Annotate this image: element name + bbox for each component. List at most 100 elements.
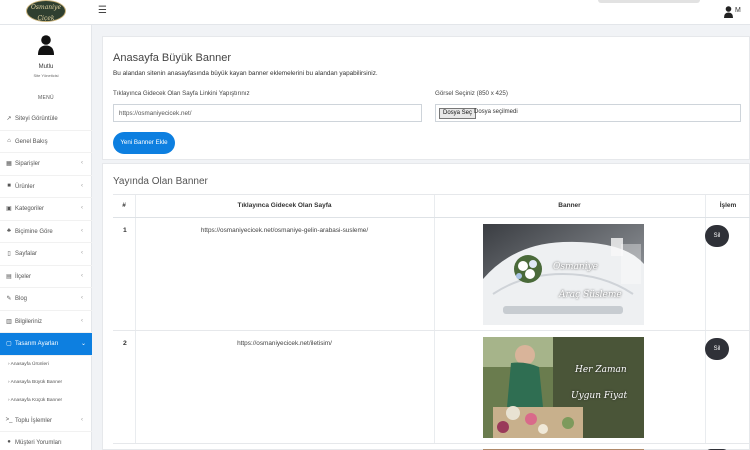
link-input[interactable]: https://osmaniyecicek.net/ bbox=[113, 104, 422, 122]
page-icon: ▯ bbox=[7, 251, 11, 257]
chevron-left-icon: ‹ bbox=[81, 160, 83, 166]
sidebar-item-label: Toplu İşlemler bbox=[15, 417, 53, 424]
sidebar-subitem-label: › Anasayfa Ürünleri bbox=[8, 361, 49, 367]
menu-toggle-icon[interactable]: ☰ bbox=[98, 5, 107, 16]
sidebar-subitem-home-small-banner[interactable]: › Anasayfa Küçük Banner bbox=[0, 392, 92, 410]
chevron-left-icon: ‹ bbox=[81, 205, 83, 211]
image-label: Görsel Seçiniz (850 x 425) bbox=[435, 90, 508, 97]
column-header-banner: Banner bbox=[558, 202, 581, 209]
orders-icon: ▦ bbox=[6, 161, 12, 167]
categories-icon: ▣ bbox=[6, 206, 12, 212]
comments-icon: ● bbox=[7, 439, 11, 445]
terminal-icon: >_ bbox=[5, 416, 13, 423]
banner-florist-illustration bbox=[483, 337, 644, 438]
profile: Mutlu Site Yöneticisi bbox=[0, 25, 91, 89]
banner-list-card: Yayında Olan Banner # Tıklayınca Gidecek… bbox=[102, 163, 750, 450]
top-user-name[interactable]: M bbox=[735, 7, 741, 14]
sidebar-item-info[interactable]: ▥ Bilgileriniz ‹ bbox=[0, 311, 92, 333]
sidebar-subitem-home-big-banner[interactable]: › Anasayfa Büyük Banner bbox=[0, 374, 92, 392]
delete-button[interactable]: Sil bbox=[705, 225, 729, 247]
sidebar-item-bulk-operations[interactable]: >_ Toplu İşlemler ‹ bbox=[0, 410, 92, 432]
top-bar: Osmaniye Çiçek ☰ M bbox=[0, 0, 750, 25]
sidebar-item-label: Bilgileriniz bbox=[15, 318, 43, 325]
banner-form-card: Anasayfa Büyük Banner Bu alandan sitenin… bbox=[102, 36, 750, 160]
sidebar-item-label: İlçeler bbox=[15, 273, 32, 280]
brand-logo[interactable]: Osmaniye Çiçek bbox=[26, 0, 66, 22]
sidebar-item-customer-reviews[interactable]: ● Müşteri Yorumları bbox=[0, 432, 92, 450]
list-title: Yayında Olan Banner bbox=[113, 176, 208, 187]
box-icon: ■ bbox=[7, 182, 11, 189]
sidebar-item-design-settings[interactable]: ▢ Tasarım Ayarları ⌄ bbox=[0, 333, 92, 356]
delete-button[interactable]: Sil bbox=[705, 338, 729, 360]
sidebar-subitem-label: › Anasayfa Küçük Banner bbox=[8, 397, 63, 403]
chevron-left-icon: ‹ bbox=[81, 250, 83, 256]
column-header-number: # bbox=[122, 202, 126, 209]
profile-role: Site Yöneticisi bbox=[33, 73, 59, 78]
banner-text-1: Osmaniye bbox=[553, 262, 598, 272]
sidebar-item-view-site[interactable]: ↗ Siteyi Görüntüle bbox=[0, 108, 92, 131]
row-number: 1 bbox=[123, 227, 127, 234]
avatar-icon bbox=[38, 35, 54, 55]
shape-icon: ♣ bbox=[7, 227, 11, 234]
sidebar-item-label: Biçimine Göre bbox=[15, 228, 53, 235]
info-icon: ▥ bbox=[6, 318, 12, 325]
sidebar-item-orders[interactable]: ▦ Siparişler ‹ bbox=[0, 153, 92, 176]
page-description: Bu alandan sitenin anasayfasında büyük k… bbox=[113, 70, 378, 77]
column-header-action: İşlem bbox=[719, 202, 737, 209]
sidebar-item-label: Müşteri Yorumları bbox=[15, 440, 62, 446]
sidebar-item-label: Siparişler bbox=[15, 161, 41, 167]
banner-text-1: Her Zaman bbox=[575, 365, 627, 375]
sidebar-item-label: Siteyi Görüntüle bbox=[15, 116, 58, 122]
menu-heading: MENÜ bbox=[38, 95, 54, 101]
sidebar-item-label: Sayfalar bbox=[15, 251, 38, 257]
chevron-left-icon: ‹ bbox=[81, 295, 83, 301]
chevron-left-icon: ‹ bbox=[81, 317, 83, 324]
sidebar: Mutlu Site Yöneticisi MENÜ ↗ Siteyi Görün… bbox=[0, 25, 92, 450]
sidebar-item-label: Kategoriler bbox=[15, 206, 45, 212]
sidebar-item-products[interactable]: ■ Ürünler ‹ bbox=[0, 176, 92, 198]
sidebar-subitem-label: › Anasayfa Büyük Banner bbox=[8, 379, 63, 385]
logo-text-2: Çiçek bbox=[37, 15, 55, 22]
column-header-link: Tıklayınca Gidecek Olan Sayfa bbox=[237, 202, 332, 209]
banner-image-car: Osmaniye Araç Süsleme bbox=[483, 224, 644, 325]
page-title: Anasayfa Büyük Banner bbox=[113, 52, 232, 64]
external-link-icon: ↗ bbox=[6, 116, 12, 122]
chevron-left-icon: ‹ bbox=[81, 182, 83, 189]
sidebar-item-districts[interactable]: ▤ İlçeler ‹ bbox=[0, 266, 92, 288]
sidebar-item-label: Tasarım Ayarları bbox=[15, 341, 59, 347]
chevron-left-icon: ‹ bbox=[81, 272, 83, 279]
file-status: Dosya seçilmedi bbox=[474, 109, 518, 115]
profile-name: Mutlu bbox=[38, 64, 54, 70]
banner-text-2: Uygun Fiyat bbox=[571, 391, 628, 401]
pen-icon: ✎ bbox=[6, 296, 12, 302]
sidebar-item-label: Genel Bakış bbox=[15, 138, 48, 145]
chevron-left-icon: ‹ bbox=[81, 227, 83, 234]
sidebar-item-by-shape[interactable]: ♣ Biçimine Göre ‹ bbox=[0, 221, 92, 243]
user-icon[interactable] bbox=[724, 6, 733, 18]
add-banner-button[interactable]: Yeni Banner Ekle bbox=[113, 132, 175, 154]
banner-table: # Tıklayınca Gidecek Olan Sayfa Banner İ… bbox=[113, 194, 750, 450]
sidebar-menu: ↗ Siteyi Görüntüle ⌂ Genel Bakış ▦ Siparişl… bbox=[0, 108, 92, 450]
banner-car-illustration bbox=[483, 224, 644, 325]
row-number: 2 bbox=[123, 340, 127, 347]
table-row: 1 https://osmaniyecicek.net/osmaniye-gel… bbox=[113, 218, 750, 331]
choose-file-button[interactable]: Dosya Seç bbox=[439, 108, 477, 119]
map-icon: ▤ bbox=[6, 273, 12, 280]
top-search-bar[interactable] bbox=[598, 0, 700, 3]
link-label: Tıklayınca Gidecek Olan Sayfa Linkini Ya… bbox=[113, 90, 250, 97]
row-link: https://osmaniyecicek.net/iletisim/ bbox=[237, 340, 332, 347]
row-link: https://osmaniyecicek.net/osmaniye-gelin… bbox=[200, 227, 369, 234]
sidebar-item-blog[interactable]: ✎ Blog ‹ bbox=[0, 288, 92, 311]
sidebar-item-overview[interactable]: ⌂ Genel Bakış bbox=[0, 131, 92, 153]
chevron-down-icon: ⌄ bbox=[81, 341, 87, 347]
sidebar-item-label: Ürünler bbox=[15, 183, 35, 190]
banner-image-florist: Her Zaman Uygun Fiyat bbox=[483, 337, 644, 438]
table-row: 2 https://osmaniyecicek.net/iletisim/ He bbox=[113, 331, 750, 444]
sidebar-subitem-home-products[interactable]: › Anasayfa Ürünleri bbox=[0, 356, 92, 374]
file-input[interactable]: Dosya Seç Dosya seçilmedi bbox=[435, 104, 741, 122]
home-icon: ⌂ bbox=[7, 137, 11, 144]
design-icon: ▢ bbox=[6, 341, 12, 347]
sidebar-item-categories[interactable]: ▣ Kategoriler ‹ bbox=[0, 198, 92, 221]
sidebar-item-label: Blog bbox=[15, 296, 28, 302]
sidebar-item-pages[interactable]: ▯ Sayfalar ‹ bbox=[0, 243, 92, 266]
